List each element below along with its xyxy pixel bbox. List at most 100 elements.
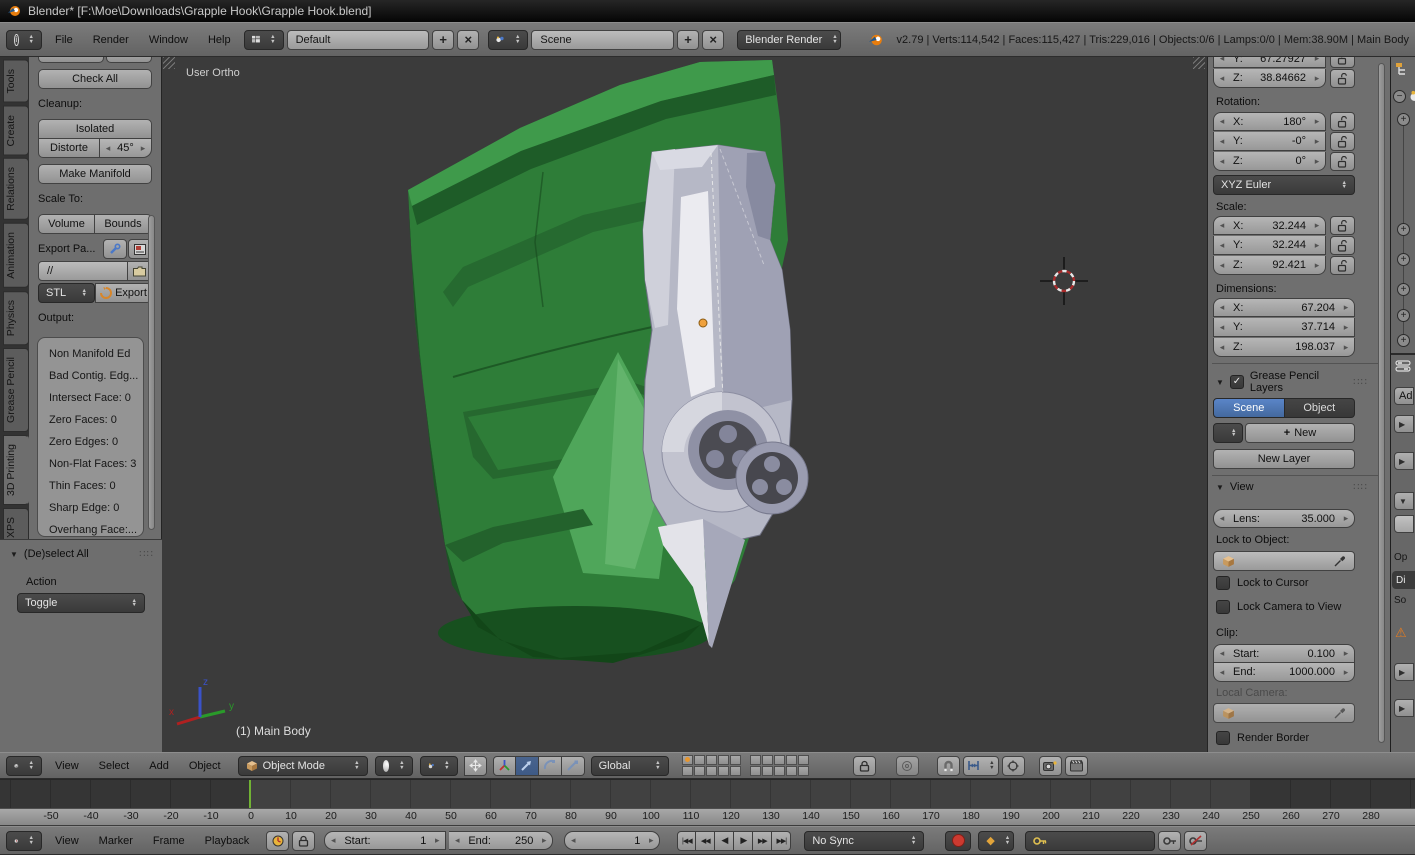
gp-draw-mode[interactable] <box>1213 423 1243 443</box>
scene-browse[interactable] <box>488 30 528 50</box>
delete-keyframe-button[interactable] <box>1184 831 1207 851</box>
lock-toggle[interactable] <box>1330 256 1355 275</box>
play-reverse-button[interactable] <box>715 831 734 851</box>
location-z-field[interactable]: Z:38.84662 <box>1213 69 1326 88</box>
shelf-tab[interactable]: Animation <box>3 223 29 288</box>
render-opengl-button[interactable] <box>1039 756 1062 776</box>
shelf-tab[interactable]: Create <box>3 106 29 156</box>
sync-mode-select[interactable]: No Sync <box>804 831 924 851</box>
timeline-ruler[interactable]: -50-40-30-20-100102030405060708090100110… <box>0 808 1415 826</box>
gp-new-button[interactable]: +New <box>1245 423 1355 443</box>
shelf-tab[interactable]: 3D Printing <box>3 435 29 505</box>
grease-pencil-panel-header[interactable]: Grease Pencil Layers <box>1216 370 1368 394</box>
expand-icon[interactable] <box>1397 223 1410 236</box>
local-camera-field[interactable] <box>1213 703 1355 723</box>
output-report-item[interactable]: Zero Edges: 0 <box>49 431 143 453</box>
transform-orientation-select[interactable]: Global <box>591 756 669 776</box>
menu-item[interactable]: Playback <box>195 835 260 847</box>
timeline-track[interactable] <box>0 779 1415 808</box>
distorted-button[interactable]: Distorte <box>38 138 100 158</box>
collapsed-panel[interactable] <box>1394 452 1414 470</box>
expand-icon[interactable] <box>1397 334 1410 347</box>
lock-toggle[interactable] <box>1330 57 1355 68</box>
clipped-value[interactable] <box>106 57 152 63</box>
lock-to-cursor-checkbox[interactable] <box>1216 576 1230 590</box>
lock-toggle[interactable] <box>1330 216 1355 235</box>
timeline-editor-type[interactable] <box>6 831 42 851</box>
output-report-item[interactable]: Intersect Face: 0 <box>49 387 143 409</box>
export-button[interactable]: Export <box>95 283 152 303</box>
output-report-item[interactable]: Bad Contig. Edg... <box>49 365 143 387</box>
3d-cursor[interactable] <box>1040 257 1088 305</box>
snap-element-select[interactable] <box>963 756 999 776</box>
shelf-tab[interactable]: Tools <box>3 60 29 103</box>
lock-toggle[interactable] <box>1330 112 1355 131</box>
output-report-item[interactable]: Non Manifold Ed <box>49 343 143 365</box>
lock-toggle[interactable] <box>1330 69 1355 88</box>
scale-manipulator-button[interactable] <box>562 756 585 776</box>
menu-item[interactable]: Select <box>89 760 140 772</box>
collapse-icon[interactable] <box>1393 90 1406 103</box>
play-button[interactable] <box>734 831 753 851</box>
wrench-button[interactable] <box>103 239 127 259</box>
frame-end-field[interactable]: End:250 <box>449 831 553 850</box>
render-engine-select[interactable]: Blender Render <box>737 30 841 50</box>
menu-item[interactable]: Frame <box>143 835 195 847</box>
menu-item[interactable]: Help <box>198 34 241 46</box>
rotation-field[interactable]: Z:0° <box>1213 152 1326 171</box>
menu-item[interactable]: Object <box>179 760 231 772</box>
export-path-field[interactable]: // <box>38 261 128 281</box>
expand-icon[interactable] <box>1397 283 1410 296</box>
clip-end-field[interactable]: End:1000.000 <box>1213 663 1355 682</box>
button-partial[interactable] <box>1394 515 1414 533</box>
menu-item[interactable]: View <box>45 760 89 772</box>
rotate-manipulator-button[interactable] <box>539 756 562 776</box>
menu-item[interactable]: Marker <box>89 835 143 847</box>
dimension-field[interactable]: Z:198.037 <box>1213 338 1355 357</box>
output-report-item[interactable]: Thin Faces: 0 <box>49 475 143 497</box>
panel-grip[interactable] <box>139 549 154 560</box>
jump-to-start-button[interactable] <box>677 831 696 851</box>
gp-object-tab[interactable]: Object <box>1285 398 1356 418</box>
shelf-tab[interactable]: Relations <box>3 158 29 220</box>
output-report-item[interactable]: Non-Flat Faces: 3 <box>49 453 143 475</box>
lens-field[interactable]: Lens:35.000 <box>1213 509 1355 528</box>
proportional-edit-button[interactable] <box>896 756 919 776</box>
scale-field[interactable]: Y:32.244 <box>1213 236 1326 255</box>
snap-target-button[interactable] <box>1002 756 1025 776</box>
add-layout-button[interactable] <box>432 30 454 50</box>
export-format-select[interactable]: STL <box>38 283 95 303</box>
shelf-tab[interactable]: Grease Pencil <box>3 348 29 432</box>
lock-time-button[interactable] <box>292 831 315 851</box>
screen-layout-name[interactable]: Default <box>287 30 430 50</box>
scene-name[interactable]: Scene <box>531 30 674 50</box>
keying-type-select[interactable] <box>978 831 1014 851</box>
manipulator-toggle[interactable] <box>464 756 487 776</box>
isolated-button[interactable]: Isolated <box>38 119 152 139</box>
eyedropper-icon[interactable] <box>1334 707 1346 719</box>
eyedropper-icon[interactable] <box>1334 555 1346 567</box>
expand-icon[interactable] <box>1397 113 1410 126</box>
lock-toggle[interactable] <box>1330 236 1355 255</box>
pivot-point-select[interactable] <box>420 756 458 776</box>
menu-item[interactable]: Render <box>83 34 139 46</box>
menu-item[interactable]: View <box>45 835 89 847</box>
use-preview-range-button[interactable] <box>266 831 289 851</box>
translate-manipulator-button[interactable] <box>516 756 539 776</box>
panel-grip[interactable] <box>1353 482 1368 493</box>
gp-new-layer-button[interactable]: New Layer <box>1213 449 1355 469</box>
expand-icon[interactable] <box>1397 309 1410 322</box>
grease-pencil-checkbox[interactable] <box>1230 375 1244 389</box>
open-panel[interactable] <box>1394 492 1414 510</box>
lock-object-field[interactable] <box>1213 551 1355 571</box>
insert-keyframe-button[interactable] <box>1158 831 1181 851</box>
viewport-3d[interactable]: x y z User Ortho (1) Main Body <box>163 57 1207 752</box>
clipped-button[interactable] <box>38 57 104 63</box>
lock-to-scene-button[interactable] <box>853 756 876 776</box>
rotation-field[interactable]: X:180° <box>1213 112 1326 131</box>
menu-item[interactable]: Window <box>139 34 198 46</box>
view-panel-header[interactable]: View <box>1216 481 1368 493</box>
delete-layout-button[interactable] <box>457 30 479 50</box>
clip-start-field[interactable]: Start:0.100 <box>1213 644 1355 663</box>
output-report-list[interactable]: Non Manifold EdBad Contig. Edg...Interse… <box>37 337 144 537</box>
